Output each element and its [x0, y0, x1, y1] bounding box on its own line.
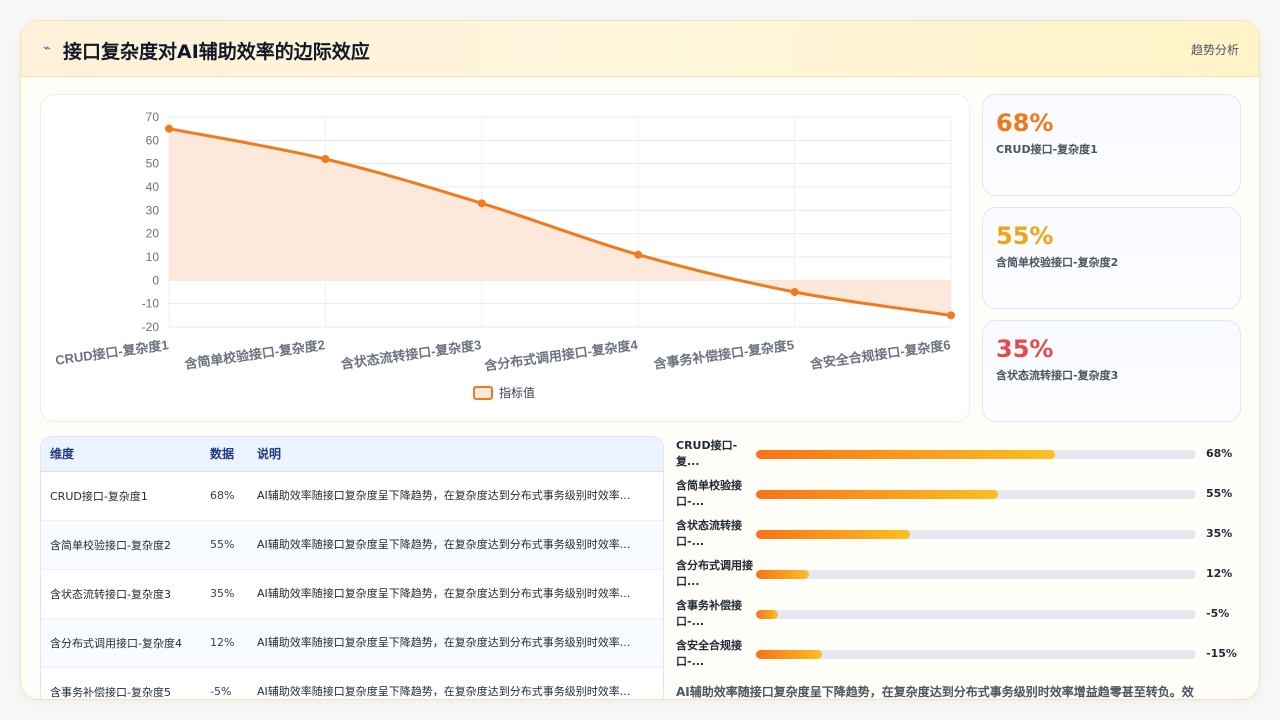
progress-label: 含状态流转接口-...: [676, 519, 742, 548]
progress-row: CRUD接口-复... 68%: [676, 438, 1246, 474]
table-row[interactable]: 含状态流转接口-复杂度3 35% AI辅助效率随接口复杂度呈下降趋势，在复杂度达…: [41, 569, 663, 619]
cell-dimension: 含事务补偿接口-复杂度5: [41, 667, 201, 699]
stat-card-3: 35% 含状态流转接口-复杂度3: [982, 320, 1241, 422]
cell-description: AI辅助效率随接口复杂度呈下降趋势，在复杂度达到分布式事务级别时效率...: [248, 569, 663, 619]
progress-bar-list: CRUD接口-复... 68% 含简单校验接口-... 55% 含状态流转接口-…: [676, 436, 1246, 696]
progress-label: 含安全合规接口-...: [676, 639, 742, 668]
x-tick-label: 含状态流转接口-复杂度3: [339, 337, 482, 372]
stat-value: 68%: [996, 109, 1054, 137]
y-tick-label: 10: [146, 250, 160, 264]
progress-track: [756, 610, 1196, 619]
cell-dimension: 含分布式调用接口-复杂度4: [41, 618, 201, 668]
stat-card-2: 55% 含简单校验接口-复杂度2: [982, 207, 1241, 309]
x-tick-label: CRUD接口-复杂度1: [54, 337, 169, 368]
progress-track: [756, 490, 1196, 499]
line-chart-card: 70 60 50 40 30 20 10 0 -10 -20 CRUD接口-复杂度1 含简单校验接口-…: [40, 94, 970, 422]
table-row[interactable]: 含简单校验接口-复杂度2 55% AI辅助效率随接口复杂度呈下降趋势，在复杂度达…: [41, 520, 663, 570]
progress-row: 含状态流转接口-... 35%: [676, 518, 1246, 554]
x-tick-label: 含简单校验接口-复杂度2: [183, 337, 326, 372]
progress-value: -15%: [1206, 647, 1237, 660]
progress-row: 含分布式调用接口... 12%: [676, 558, 1246, 594]
data-table-card: 维度 数据 说明 CRUD接口-复杂度1 68% AI辅助效率随接口复杂度呈下降…: [40, 436, 664, 699]
cell-data: 55%: [201, 520, 248, 570]
cell-description: AI辅助效率随接口复杂度呈下降趋势，在复杂度达到分布式事务级别时效率...: [248, 667, 663, 699]
progress-row: 含简单校验接口-... 55%: [676, 478, 1246, 514]
progress-value: 68%: [1206, 447, 1233, 460]
progress-value: 35%: [1206, 527, 1233, 540]
progress-fill: [756, 570, 809, 579]
progress-track: [756, 650, 1196, 659]
cell-description: AI辅助效率随接口复杂度呈下降趋势，在复杂度达到分布式事务级别时效率...: [248, 471, 663, 521]
column-header-description[interactable]: 说明: [248, 437, 663, 472]
page-title: 接口复杂度对AI辅助效率的边际效应: [63, 41, 370, 63]
cell-data: 12%: [201, 618, 248, 668]
progress-label: CRUD接口-复...: [676, 439, 738, 468]
table-row[interactable]: CRUD接口-复杂度1 68% AI辅助效率随接口复杂度呈下降趋势，在复杂度达到…: [41, 471, 663, 521]
progress-track: [756, 530, 1196, 539]
cell-description: AI辅助效率随接口复杂度呈下降趋势，在复杂度达到分布式事务级别时效率...: [248, 520, 663, 570]
table-header-row: 维度 数据 说明: [41, 437, 663, 472]
y-tick-label: 50: [146, 157, 160, 171]
cell-dimension: CRUD接口-复杂度1: [41, 471, 201, 521]
stat-label: CRUD接口-复杂度1: [996, 143, 1098, 156]
y-tick-label: -10: [142, 297, 160, 311]
progress-row: 含事务补偿接口-... -5%: [676, 598, 1246, 634]
stat-card-1: 68% CRUD接口-复杂度1: [982, 94, 1241, 196]
progress-track: [756, 570, 1196, 579]
progress-label: 含分布式调用接口...: [676, 559, 753, 588]
progress-value: -5%: [1206, 607, 1230, 620]
y-tick-label: -20: [142, 320, 160, 334]
stat-label: 含状态流转接口-复杂度3: [996, 369, 1119, 382]
dashboard-frame: ⌁ 接口复杂度对AI辅助效率的边际效应 趋势分析 70 60 50 40 30 20 10 0…: [20, 20, 1260, 700]
x-tick-label: 含事务补偿接口-复杂度5: [652, 337, 795, 372]
progress-row: 含安全合规接口-... -15%: [676, 638, 1246, 674]
stat-value: 55%: [996, 222, 1054, 250]
y-tick-label: 20: [146, 227, 160, 241]
y-tick-label: 60: [146, 133, 160, 147]
progress-value: 55%: [1206, 487, 1233, 500]
y-tick-label: 30: [146, 203, 160, 217]
header-bar: ⌁ 接口复杂度对AI辅助效率的边际效应 趋势分析: [21, 21, 1259, 77]
legend-label: 指标值: [499, 385, 535, 400]
legend-swatch: [473, 386, 493, 400]
column-header-data[interactable]: 数据: [201, 437, 248, 472]
data-point: [477, 199, 486, 208]
y-tick-label: 40: [146, 180, 160, 194]
progress-fill: [756, 610, 778, 619]
y-tick-label: 0: [152, 273, 159, 287]
column-header-dimension[interactable]: 维度: [41, 437, 201, 472]
stat-label: 含简单校验接口-复杂度2: [996, 256, 1119, 269]
stat-value: 35%: [996, 335, 1054, 363]
data-point: [321, 155, 330, 163]
progress-value: 12%: [1206, 567, 1233, 580]
progress-fill: [756, 450, 1056, 459]
progress-fill: [756, 650, 822, 659]
data-point: [790, 288, 799, 296]
trend-analysis-tag[interactable]: 趋势分析: [1191, 41, 1239, 58]
table-row[interactable]: 含分布式调用接口-复杂度4 12% AI辅助效率随接口复杂度呈下降趋势，在复杂度…: [41, 618, 663, 668]
data-point: [947, 311, 955, 320]
progress-track: [756, 450, 1196, 459]
summary-text: AI辅助效率随接口复杂度呈下降趋势，在复杂度达到分布式事务级别时效率增益趋零甚至…: [676, 685, 1194, 699]
area-fill: [169, 128, 951, 316]
cell-dimension: 含状态流转接口-复杂度3: [41, 569, 201, 619]
cell-data: 68%: [201, 471, 248, 521]
x-tick-label: 含安全合规接口-复杂度6: [808, 337, 951, 372]
progress-label: 含事务补偿接口-...: [676, 599, 742, 628]
data-point: [634, 250, 643, 259]
data-table: 维度 数据 说明 CRUD接口-复杂度1 68% AI辅助效率随接口复杂度呈下降…: [41, 437, 663, 699]
cell-data: 35%: [201, 569, 248, 619]
cell-data: -5%: [201, 667, 248, 699]
y-tick-label: 70: [146, 110, 160, 124]
line-chart: 70 60 50 40 30 20 10 0 -10 -20 CRUD接口-复杂度1 含简单校验接口-…: [54, 110, 955, 400]
table-row[interactable]: 含事务补偿接口-复杂度5 -5% AI辅助效率随接口复杂度呈下降趋势，在复杂度达…: [41, 667, 663, 699]
progress-label: 含简单校验接口-...: [676, 479, 742, 508]
data-point: [165, 124, 173, 133]
cell-dimension: 含简单校验接口-复杂度2: [41, 520, 201, 570]
progress-fill: [756, 530, 910, 539]
progress-fill: [756, 490, 998, 499]
x-tick-label: 含分布式调用接口-复杂度4: [482, 337, 639, 374]
trend-icon: ⌁: [43, 41, 51, 56]
cell-description: AI辅助效率随接口复杂度呈下降趋势，在复杂度达到分布式事务级别时效率...: [248, 618, 663, 668]
